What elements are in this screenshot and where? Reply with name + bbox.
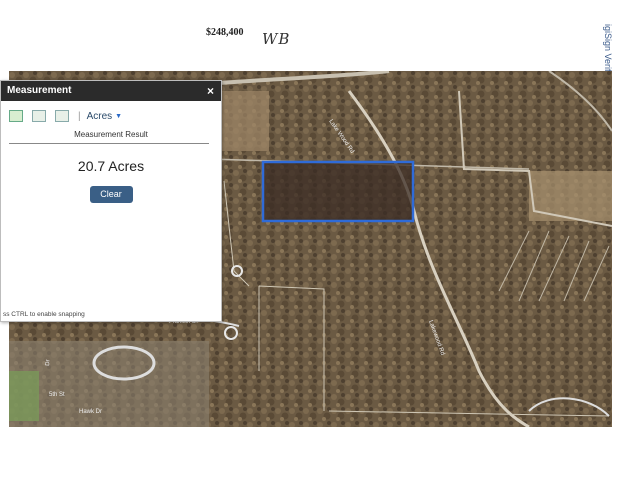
measurement-result-value: 20.7 Acres [77,158,145,174]
measurement-toolbar: | Acres ▼ [1,105,221,127]
measurement-result-label: Measurement Result [74,130,148,139]
snapping-hint: ss CTRL to enable snapping [3,311,85,318]
road-label-hawk: Hawk Dr [79,409,102,415]
road-label-5th: 5th St [49,392,65,398]
close-icon[interactable]: × [207,81,214,101]
panel-header: Measurement × [1,81,221,101]
panel-title: Measurement [7,85,72,96]
chevron-down-icon[interactable]: ▼ [115,113,122,120]
measurement-panel: Measurement × | Acres ▼ Measurement Resu… [0,80,222,322]
units-dropdown[interactable]: Acres [87,111,113,122]
location-measure-icon[interactable] [55,110,69,122]
listing-price: $248,400 [206,27,244,38]
area-measure-icon[interactable] [9,110,23,122]
road-label-dr: Dr [45,359,52,366]
selected-parcel[interactable] [263,162,413,221]
distance-measure-icon[interactable] [32,110,46,122]
divider [9,143,209,144]
handwritten-initials: WB [262,30,291,48]
toolbar-separator: | [78,110,81,122]
clear-button[interactable]: Clear [89,186,133,203]
